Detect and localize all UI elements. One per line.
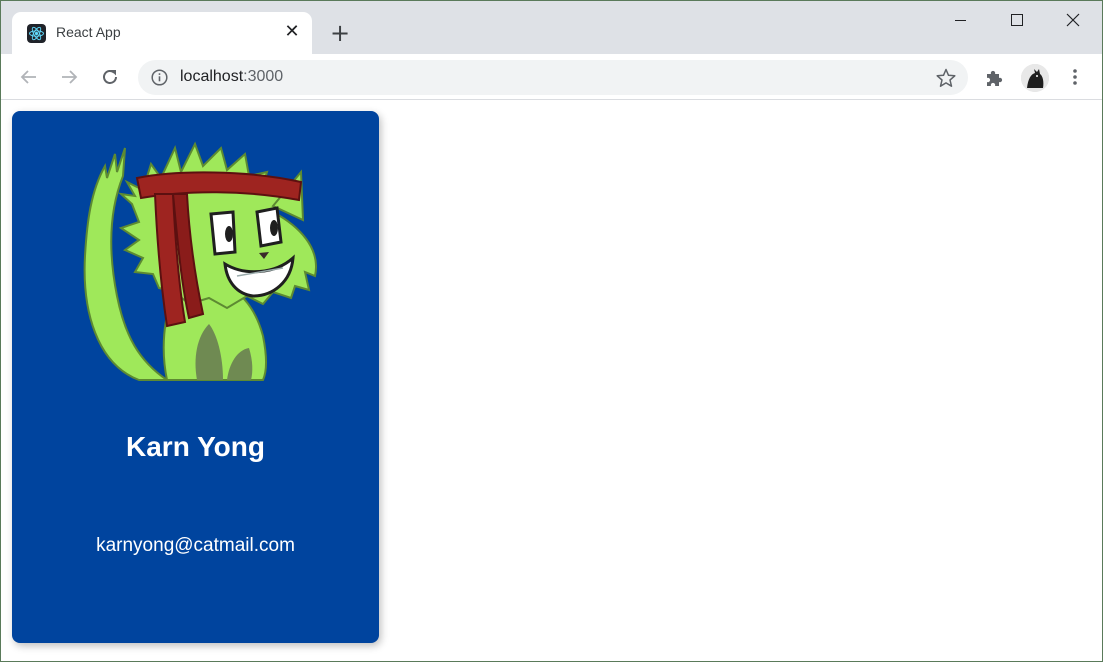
profile-email: karnyong@catmail.com bbox=[96, 535, 295, 556]
url-port: :3000 bbox=[243, 68, 284, 85]
close-window-button[interactable] bbox=[1050, 5, 1096, 35]
avatar[interactable] bbox=[1021, 64, 1049, 92]
arrow-right-icon bbox=[62, 70, 78, 84]
profile-card: Karn Yong karnyong@catmail.com bbox=[12, 111, 379, 643]
browser-window: React App ✕ + localhost:3000 Karn Yong k… bbox=[0, 0, 1103, 662]
info-icon[interactable] bbox=[151, 69, 168, 86]
address-bar[interactable]: localhost:3000 bbox=[138, 60, 968, 95]
browser-toolbar: localhost:3000 bbox=[1, 54, 1102, 100]
reload-icon bbox=[103, 70, 117, 84]
puzzle-icon[interactable] bbox=[983, 67, 1005, 89]
new-tab-button[interactable]: + bbox=[327, 20, 353, 46]
reload-button[interactable] bbox=[97, 64, 123, 90]
tab-strip: React App ✕ + bbox=[1, 1, 1102, 54]
url-host: localhost bbox=[180, 68, 244, 85]
profile-cat-icon bbox=[1021, 64, 1049, 92]
close-icon bbox=[1066, 13, 1080, 27]
star-icon[interactable] bbox=[935, 67, 957, 89]
tab-react-app[interactable]: React App ✕ bbox=[12, 12, 312, 54]
tab-title: React App bbox=[56, 24, 121, 40]
minimize-button[interactable] bbox=[937, 5, 983, 35]
profile-name: Karn Yong bbox=[126, 431, 265, 462]
arrow-left-icon bbox=[20, 70, 36, 84]
page-content: Karn Yong karnyong@catmail.com bbox=[1, 101, 1102, 661]
kebab-menu-icon[interactable] bbox=[1065, 66, 1085, 88]
green-cat-headband-illustration bbox=[83, 141, 317, 381]
maximize-button[interactable] bbox=[993, 5, 1039, 35]
tab-close-icon[interactable]: ✕ bbox=[282, 22, 302, 42]
url-text[interactable]: localhost:3000 bbox=[180, 68, 283, 86]
react-logo-icon bbox=[27, 24, 46, 43]
forward-button[interactable] bbox=[56, 64, 82, 90]
back-button[interactable] bbox=[16, 64, 42, 90]
